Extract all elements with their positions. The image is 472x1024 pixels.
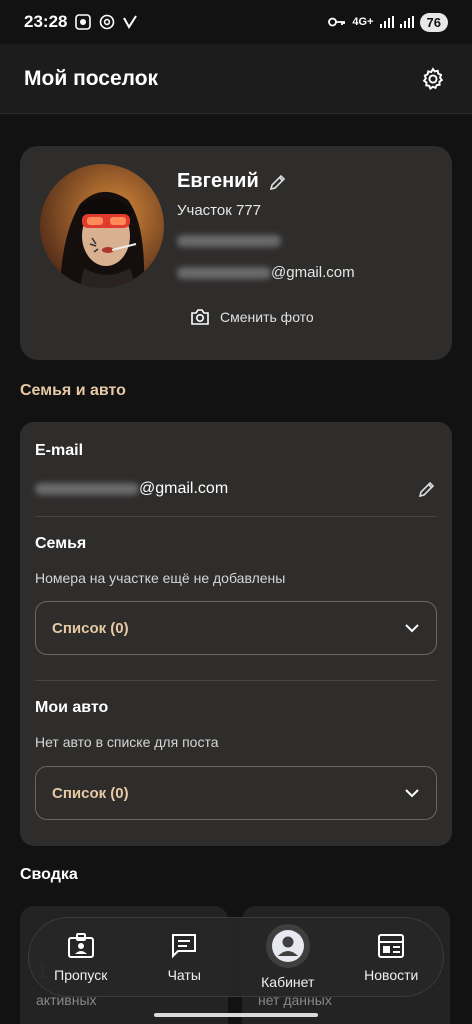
at-icon [100, 14, 115, 30]
home-indicator [154, 1013, 318, 1017]
divider [35, 680, 437, 681]
signal-icon-2 [399, 16, 414, 28]
profile-email-suffix: @gmail.com [271, 264, 355, 281]
name-row: Евгений [177, 170, 287, 193]
email-label: E-mail [35, 442, 84, 459]
screen-record-icon [75, 14, 92, 30]
gear-icon [422, 66, 444, 90]
family-hint: Номера на участке ещё не добавлены [35, 570, 286, 586]
profile-name: Евгений [177, 170, 259, 192]
status-bar: 23:28 4G+ 76 [0, 0, 472, 44]
edit-email-icon[interactable] [418, 480, 436, 498]
settings-button[interactable] [418, 64, 448, 94]
avatar[interactable] [40, 164, 164, 288]
check-v-icon [123, 15, 138, 29]
nav-label-pass: Пропуск [54, 967, 108, 983]
nav-item-chats[interactable]: Чаты [136, 931, 232, 983]
status-right: 4G+ 76 [328, 12, 448, 32]
family-dropdown-label: Список (0) [52, 619, 129, 637]
status-left: 23:28 [24, 12, 138, 32]
summary-title: Сводка [20, 866, 78, 883]
nav-label-cabinet: Кабинет [261, 974, 315, 990]
account-icon [271, 930, 304, 962]
family-card: E-mail @gmail.com Семья Номера на участк… [20, 422, 452, 846]
family-dropdown[interactable]: Список (0) [35, 601, 437, 655]
badge-icon [67, 933, 94, 958]
profile-plot: Участок 777 [177, 202, 261, 219]
app-bar: Мой поселок [0, 44, 472, 114]
family-label: Семья [35, 535, 87, 552]
battery-indicator: 76 [419, 12, 448, 32]
nav-label-news: Новости [364, 967, 419, 983]
status-time: 23:28 [24, 12, 68, 31]
camera-icon [191, 309, 209, 325]
profile-card: Евгений Участок 777 @gmail.com Сменить ф… [20, 146, 452, 360]
nav-item-cabinet[interactable]: Кабинет [240, 924, 336, 990]
email-value-suffix: @gmail.com [139, 480, 229, 497]
change-photo-button[interactable]: Сменить фото [190, 308, 314, 326]
key-icon [328, 17, 346, 27]
nav-item-news[interactable]: Новости [343, 931, 439, 983]
chevron-down-icon [405, 624, 419, 633]
news-icon [378, 934, 405, 958]
chat-icon [172, 934, 197, 959]
page-title: Мой поселок [24, 66, 159, 90]
cars-hint: Нет авто в списке для поста [35, 734, 219, 750]
email-value: @gmail.com [35, 480, 228, 498]
bottom-navigation: Пропуск Чаты Кабинет Новости [28, 917, 444, 997]
edit-name-icon[interactable] [269, 173, 287, 191]
chevron-down-icon [405, 789, 419, 798]
cars-dropdown-label: Список (0) [52, 784, 129, 802]
nav-item-pass[interactable]: Пропуск [33, 931, 129, 983]
section-title-family: Семья и авто [20, 382, 126, 399]
profile-phone-redacted [177, 232, 281, 250]
avatar-image [40, 164, 164, 288]
network-type: 4G+ [352, 16, 374, 28]
profile-email: @gmail.com [177, 264, 355, 281]
signal-icon [379, 16, 394, 28]
cars-label: Мои авто [35, 699, 109, 716]
nav-label-chats: Чаты [167, 967, 201, 983]
cars-dropdown[interactable]: Список (0) [35, 766, 437, 820]
change-photo-label: Сменить фото [220, 309, 314, 325]
divider [35, 516, 437, 517]
